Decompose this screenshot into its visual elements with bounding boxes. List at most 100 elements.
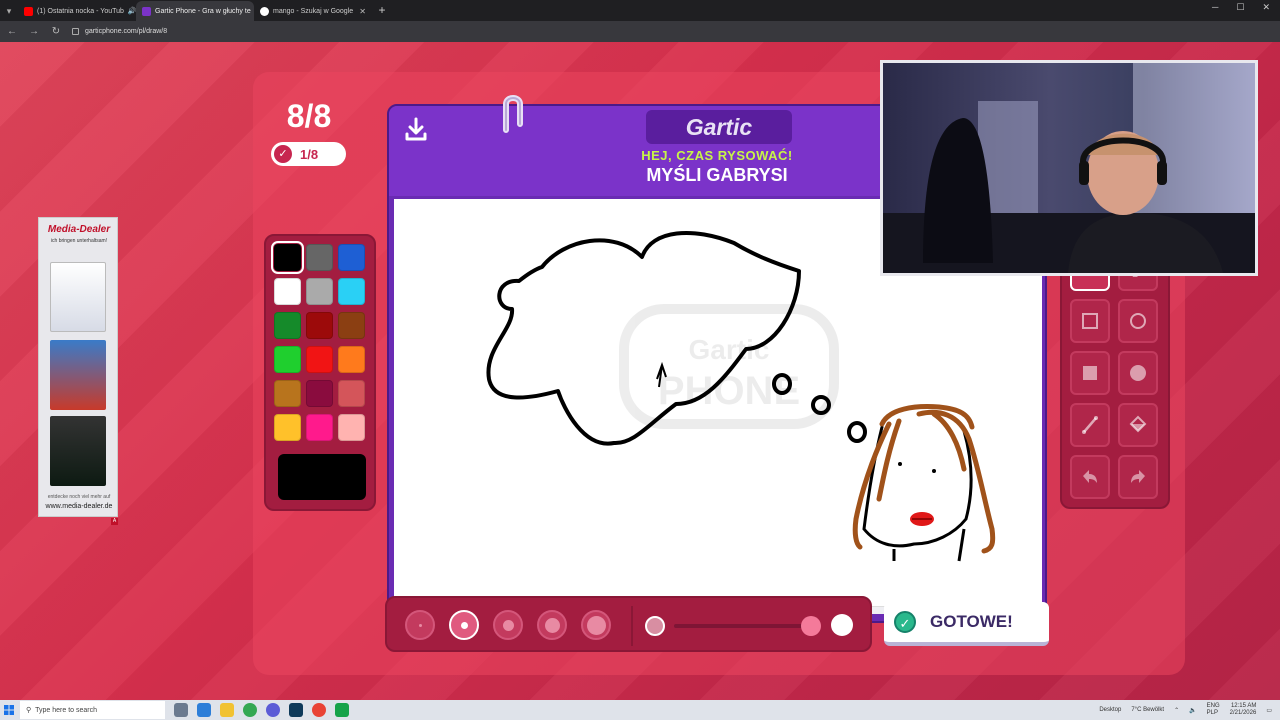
brush-size-button[interactable] — [537, 610, 567, 640]
square-fill-tool-button[interactable] — [1070, 351, 1110, 395]
file-explorer-icon[interactable] — [220, 703, 234, 717]
language-indicator[interactable]: ENG PLP — [1207, 703, 1220, 717]
square-fill-icon — [1083, 366, 1097, 380]
redo-tool-button[interactable] — [1118, 455, 1158, 499]
chevron-up-icon[interactable]: ⌃ — [1174, 707, 1179, 714]
address-bar: ← → ↻ garticphone.com/pl/draw/8 — [0, 21, 1280, 42]
brush-size-button[interactable] — [449, 610, 479, 640]
gartic-watermark: Gartic PHONE — [619, 304, 839, 429]
site-info-icon[interactable] — [72, 28, 79, 35]
circle-outline-tool-button[interactable] — [1118, 299, 1158, 343]
brush-size-button[interactable] — [581, 610, 611, 640]
opacity-slider[interactable] — [674, 624, 804, 628]
color-swatch[interactable] — [306, 380, 333, 407]
done-button-label: GOTOWE! — [930, 612, 1013, 631]
undo-icon — [1083, 470, 1097, 483]
browser-tab-bar: ▾ (1) Ostatnia nocka - YouTub 🔊 ✕ Gartic… — [0, 0, 1280, 21]
done-count: 1/8 — [300, 146, 319, 162]
opacity-slider-handle[interactable] — [801, 616, 821, 636]
desktop-label[interactable]: Desktop — [1099, 707, 1121, 713]
ad-product-image — [50, 416, 106, 486]
download-icon[interactable] — [403, 116, 429, 142]
ad-product-image — [50, 262, 106, 332]
ad-product-image — [50, 340, 106, 410]
paper-clip-icon — [503, 95, 523, 133]
opacity-max-icon — [831, 614, 853, 636]
close-icon[interactable]: ✕ — [359, 7, 366, 16]
search-icon: ⚲ — [26, 707, 32, 714]
line-tool-button[interactable] — [1070, 403, 1110, 447]
notification-icon[interactable]: ▭ — [1266, 707, 1272, 714]
color-swatch[interactable] — [306, 244, 333, 271]
color-swatch[interactable] — [338, 244, 365, 271]
steam-icon[interactable] — [289, 703, 303, 717]
webcam-image — [883, 63, 1255, 273]
advertisement-banner[interactable]: Media-Dealer ich bringen unterhaltsam! e… — [38, 217, 118, 517]
ad-choices-badge[interactable]: A — [111, 518, 118, 525]
close-window-icon[interactable]: ✕ — [1262, 2, 1270, 13]
color-swatch[interactable] — [306, 414, 333, 441]
url-field[interactable]: garticphone.com/pl/draw/8 — [72, 28, 167, 35]
circle-fill-tool-button[interactable] — [1118, 351, 1158, 395]
brush-settings — [385, 596, 872, 652]
speaker-icon[interactable]: 🔊 — [128, 7, 136, 15]
fill-bucket-icon — [1129, 415, 1147, 433]
minimize-icon[interactable]: ─ — [1212, 2, 1218, 13]
reload-icon[interactable]: ↻ — [50, 26, 62, 37]
color-swatch[interactable] — [306, 312, 333, 339]
back-icon[interactable]: ← — [6, 26, 18, 37]
girl-drawing — [852, 404, 996, 562]
color-swatch[interactable] — [271, 241, 304, 274]
chrome-window-icon[interactable] — [312, 703, 326, 717]
windows-start-icon[interactable] — [0, 700, 18, 720]
clock[interactable]: 12:15 AM 2/21/2026 — [1230, 703, 1257, 717]
color-swatch[interactable] — [338, 346, 365, 373]
search-placeholder: Type here to search — [35, 706, 98, 714]
maximize-icon[interactable]: ☐ — [1236, 2, 1244, 13]
color-swatch[interactable] — [274, 312, 301, 339]
tab-label: Gartic Phone - Gra w głuchy te — [155, 7, 251, 15]
color-swatch[interactable] — [274, 346, 301, 373]
color-swatch[interactable] — [306, 346, 333, 373]
ad-footer: entdecke noch viel mehr auf — [47, 494, 111, 500]
url-text: garticphone.com/pl/draw/8 — [85, 28, 168, 35]
tab-youtube[interactable]: (1) Ostatnia nocka - YouTub 🔊 ✕ — [18, 1, 136, 21]
tab-list-button[interactable]: ▾ — [0, 1, 18, 21]
system-tray: Desktop 7°C Bewölkt ⌃ 🔈 ENG PLP 12:15 AM 2… — [1099, 700, 1272, 720]
tab-label: (1) Ostatnia nocka - YouTub — [37, 7, 124, 15]
round-counter: 8/8 — [286, 98, 332, 134]
app-icon[interactable] — [335, 703, 349, 717]
color-swatch[interactable] — [338, 312, 365, 339]
window-controls: ─ ☐ ✕ — [1212, 2, 1270, 13]
circle-outline-icon — [1130, 313, 1146, 329]
color-swatch[interactable] — [274, 414, 301, 441]
color-swatch[interactable] — [338, 278, 365, 305]
brush-size-button[interactable] — [493, 610, 523, 640]
fill-bucket-tool-button[interactable] — [1118, 403, 1158, 447]
tool-panel — [1060, 237, 1170, 509]
done-button[interactable]: ✓ GOTOWE! — [884, 602, 1049, 646]
color-swatch[interactable] — [338, 414, 365, 441]
volume-icon[interactable]: 🔈 — [1189, 707, 1196, 714]
windows-taskbar: ⚲ Type here to search Desktop 7°C Bewölk… — [0, 700, 1280, 720]
redo-icon — [1131, 470, 1145, 483]
new-tab-button[interactable]: + — [372, 1, 392, 21]
square-outline-tool-button[interactable] — [1070, 299, 1110, 343]
task-view-icon[interactable] — [174, 703, 188, 717]
done-players-badge: ✓ 1/8 — [271, 142, 346, 166]
forward-icon[interactable]: → — [28, 26, 40, 37]
edge-icon[interactable] — [197, 703, 211, 717]
undo-tool-button[interactable] — [1070, 455, 1110, 499]
taskbar-search[interactable]: ⚲ Type here to search — [20, 701, 165, 719]
color-swatch[interactable] — [306, 278, 333, 305]
color-swatch[interactable] — [274, 380, 301, 407]
color-swatch[interactable] — [338, 380, 365, 407]
brush-size-button[interactable] — [405, 610, 435, 640]
color-swatch[interactable] — [274, 278, 301, 305]
weather[interactable]: 7°C Bewölkt — [1131, 707, 1164, 713]
obs-icon[interactable] — [266, 703, 280, 717]
tab-gartic[interactable]: Gartic Phone - Gra w głuchy te ✕ — [136, 1, 254, 21]
tab-google[interactable]: mango - Szukaj w Google ✕ — [254, 1, 372, 21]
circle-fill-icon — [1130, 365, 1146, 381]
chrome-icon[interactable] — [243, 703, 257, 717]
